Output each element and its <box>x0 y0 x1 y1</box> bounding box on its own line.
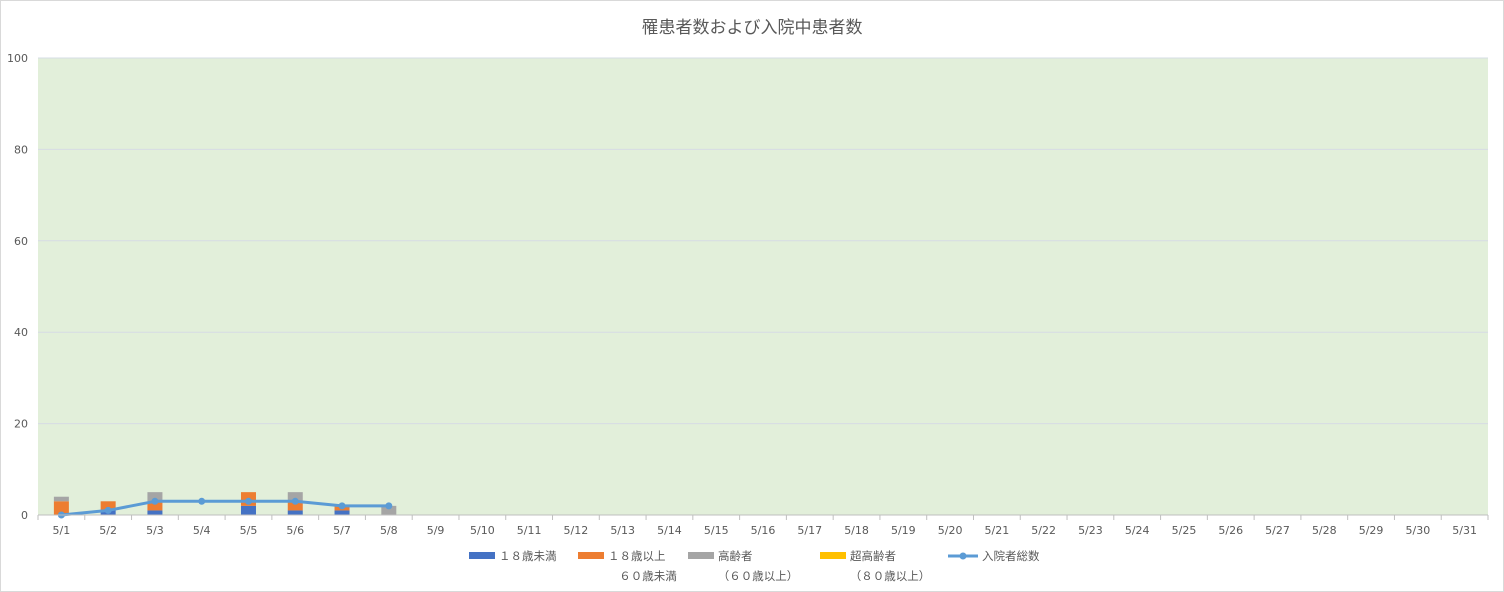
x-tick-label: 5/12 <box>564 524 589 537</box>
y-tick-label: 80 <box>14 143 28 156</box>
x-tick-label: 5/9 <box>427 524 445 537</box>
x-tick-label: 5/31 <box>1452 524 1477 537</box>
x-tick-label: 5/18 <box>844 524 869 537</box>
legend-label-line2: （６０歳以上） <box>718 569 799 583</box>
x-tick-label: 5/7 <box>333 524 351 537</box>
x-tick-label: 5/6 <box>286 524 304 537</box>
y-tick-label: 60 <box>14 235 28 248</box>
legend-label: 入院者総数 <box>982 549 1040 563</box>
x-tick-label: 5/14 <box>657 524 682 537</box>
x-tick-label: 5/24 <box>1125 524 1150 537</box>
x-tick-label: 5/4 <box>193 524 211 537</box>
legend-swatch <box>469 552 495 559</box>
legend-label: １８歳未満 <box>499 549 557 563</box>
legend-swatch <box>688 552 714 559</box>
x-tick-label: 5/20 <box>938 524 963 537</box>
x-tick-label: 5/1 <box>53 524 71 537</box>
bar-segment <box>287 510 303 515</box>
bar-segment <box>240 505 256 515</box>
legend-swatch <box>578 552 604 559</box>
x-tick-label: 5/2 <box>99 524 117 537</box>
x-tick-label: 5/23 <box>1078 524 1103 537</box>
y-tick-label: 0 <box>21 509 28 522</box>
x-tick-label: 5/19 <box>891 524 916 537</box>
y-tick-label: 40 <box>14 326 28 339</box>
bar-segment <box>334 510 350 515</box>
line-point <box>338 502 346 510</box>
x-tick-label: 5/11 <box>517 524 542 537</box>
plot-area <box>38 58 1488 515</box>
x-tick-label: 5/21 <box>985 524 1010 537</box>
bar-segment <box>147 510 163 515</box>
line-point <box>198 497 206 505</box>
line-point <box>291 497 299 505</box>
legend-label: 超高齢者 <box>850 549 896 563</box>
x-tick-label: 5/28 <box>1312 524 1337 537</box>
legend-label-line2: ６０歳未満 <box>619 569 677 583</box>
x-tick-label: 5/30 <box>1405 524 1430 537</box>
line-point <box>104 506 112 514</box>
x-tick-label: 5/22 <box>1031 524 1056 537</box>
line-point <box>244 497 252 505</box>
bar-segment <box>53 496 69 502</box>
y-tick-label: 20 <box>14 418 28 431</box>
x-tick-label: 5/25 <box>1172 524 1197 537</box>
line-point <box>385 502 393 510</box>
x-tick-label: 5/5 <box>240 524 258 537</box>
legend-label: 高齢者 <box>718 549 753 563</box>
x-tick-label: 5/29 <box>1359 524 1384 537</box>
x-tick-label: 5/15 <box>704 524 729 537</box>
x-tick-label: 5/16 <box>751 524 776 537</box>
legend-label-line2: （８０歳以上） <box>850 569 931 583</box>
chart-svg: 0 20 40 60 80 100 5/1 5/2 5/3 5/4 5/5 5/6 5/7 5/8 5/9 5… <box>7 52 1489 583</box>
legend-marker <box>959 552 967 560</box>
x-tick-label: 5/3 <box>146 524 164 537</box>
line-point <box>151 497 159 505</box>
x-tick-label: 5/10 <box>470 524 495 537</box>
x-tick-label: 5/8 <box>380 524 398 537</box>
legend-swatch <box>820 552 846 559</box>
x-tick-label: 5/27 <box>1265 524 1290 537</box>
x-tick-label: 5/26 <box>1218 524 1243 537</box>
y-tick-label: 100 <box>7 52 28 65</box>
x-tick-label: 5/17 <box>797 524 822 537</box>
x-tick-label: 5/13 <box>610 524 635 537</box>
legend-label: １８歳以上 <box>608 549 666 563</box>
